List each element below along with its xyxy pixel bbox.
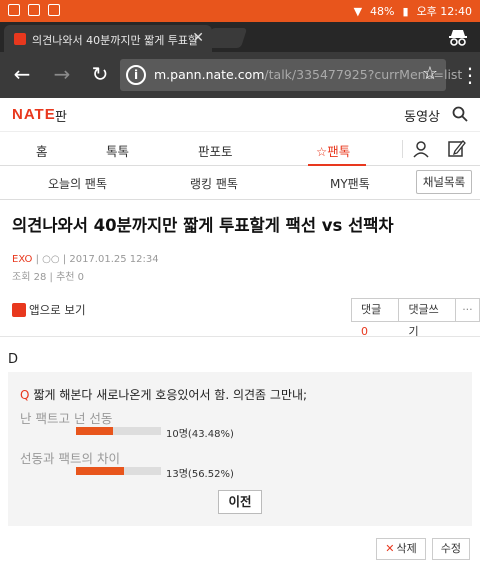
notification-icon — [8, 4, 20, 16]
poll-option-label: 선동과 팩트의 차이 — [20, 451, 120, 466]
incognito-icon[interactable] — [448, 28, 468, 46]
back-arrow-icon[interactable]: ← — [10, 62, 34, 86]
android-status-bar: ▼ 48% ▮ 오후 12:40 — [0, 0, 480, 22]
poll-option-bar — [76, 427, 161, 435]
nav-pantok[interactable]: ☆팬톡 — [316, 141, 350, 160]
cast-icon — [48, 4, 60, 16]
subnav-today[interactable]: 오늘의 팬톡 — [48, 175, 107, 192]
search-icon[interactable] — [452, 106, 468, 122]
reload-icon[interactable]: ↻ — [88, 62, 112, 86]
poll-bar-fill — [76, 427, 113, 435]
write-icon[interactable] — [448, 139, 466, 157]
poll-option-bar — [76, 467, 161, 475]
delete-button[interactable]: ✕ 삭제 — [376, 538, 426, 560]
video-link[interactable]: 동영상 — [404, 106, 440, 125]
wifi-icon: ▼ — [353, 4, 363, 18]
app-view-label: 앱으로 보기 — [29, 303, 86, 317]
nate-favicon-icon — [14, 33, 26, 45]
tab-close-icon[interactable]: ✕ — [192, 30, 204, 46]
browser-tab-strip: 의견나와서 40분까지만 짧게 투표할 ✕ — [0, 22, 480, 52]
comment-actions: 댓글 0 댓글쓰기 ··· — [351, 298, 480, 338]
poll-option-result: 10명(43.48%) — [166, 429, 234, 440]
article-meta: EXO | ○○ | 2017.01.25 12:34 — [12, 254, 159, 265]
browser-tab[interactable]: 의견나와서 40분까지만 짧게 투표할 ✕ — [4, 25, 212, 52]
comments-button[interactable]: 댓글 0 — [351, 298, 400, 338]
battery-icon: ▮ — [402, 4, 409, 18]
poll-option-label: 난 팩트고 넌 선동 — [20, 411, 113, 426]
overflow-menu-icon[interactable]: ⋮ — [460, 64, 480, 86]
sub-nav: 오늘의 팬톡 랭킹 팬톡 MY팬톡 채널목록 — [0, 166, 480, 200]
pann-label[interactable]: 판 — [55, 106, 67, 125]
battery-percent: 48% — [370, 4, 395, 18]
edit-button[interactable]: 수정 — [431, 538, 470, 560]
post-date: 2017.01.25 12:34 — [69, 254, 159, 265]
post-actions: ✕ 삭제 수정 — [376, 538, 470, 560]
url-text[interactable]: m.pann.nate.com/talk/335477925?currMenu=… — [154, 67, 462, 82]
author-name[interactable]: EXO — [12, 254, 32, 265]
delete-x-icon: ✕ — [385, 542, 395, 555]
nav-talk[interactable]: 톡톡 — [106, 141, 129, 160]
more-options-button[interactable]: ··· — [455, 298, 480, 322]
author-extra: ○○ — [42, 254, 60, 265]
channel-list-button[interactable]: 채널목록 — [416, 170, 472, 194]
tab-title: 의견나와서 40분까지만 짧게 투표할 — [32, 34, 199, 47]
forward-arrow-icon[interactable]: → — [50, 62, 74, 86]
subnav-my[interactable]: MY팬톡 — [330, 175, 370, 192]
poll-bar-fill — [76, 467, 125, 475]
poll-question: Q 짧게 해본다 새로나온게 호응있어서 함. 의견좀 그만내; — [20, 388, 308, 402]
site-header: NATE 판 동영상 — [0, 98, 480, 132]
poll-box: Q 짧게 해본다 새로나온게 호응있어서 함. 의견좀 그만내; 난 팩트고 넌 … — [8, 372, 472, 526]
poll-prev-button[interactable]: 이전 — [218, 490, 262, 514]
article-stats: 조회 28 | 추천 0 — [12, 272, 85, 283]
browser-toolbar: ← → ↻ i m.pann.nate.com/talk/335477925?c… — [0, 52, 480, 98]
article-title: 의견나와서 40분까지만 짧게 투표할게 팩선 vs 선팩차 — [12, 216, 394, 235]
user-icon[interactable] — [412, 140, 430, 158]
divider — [0, 336, 480, 337]
main-nav: 홈 톡톡 판포토 ☆팬톡 — [0, 132, 480, 166]
image-icon — [28, 4, 40, 16]
nate-logo[interactable]: NATE — [12, 106, 56, 123]
open-in-app-link[interactable]: 앱으로 보기 — [12, 302, 86, 318]
bookmark-star-icon[interactable]: ☆ — [422, 63, 438, 84]
recommend-count: 추천 0 — [56, 272, 85, 283]
info-icon[interactable]: i — [126, 65, 146, 85]
clock: 오후 12:40 — [416, 5, 472, 18]
new-tab-button[interactable] — [204, 28, 248, 48]
divider — [402, 140, 403, 158]
view-count: 조회 28 — [12, 272, 47, 283]
app-icon — [12, 303, 26, 317]
address-bar[interactable]: i m.pann.nate.com/talk/335477925?currMen… — [120, 59, 462, 91]
nav-home[interactable]: 홈 — [36, 141, 48, 160]
write-comment-button[interactable]: 댓글쓰기 — [399, 298, 456, 338]
article-body: D — [8, 352, 19, 367]
nav-panphoto[interactable]: 판포토 — [198, 141, 233, 160]
poll-option-result: 13명(56.52%) — [166, 469, 234, 480]
subnav-ranking[interactable]: 랭킹 팬톡 — [190, 175, 238, 192]
